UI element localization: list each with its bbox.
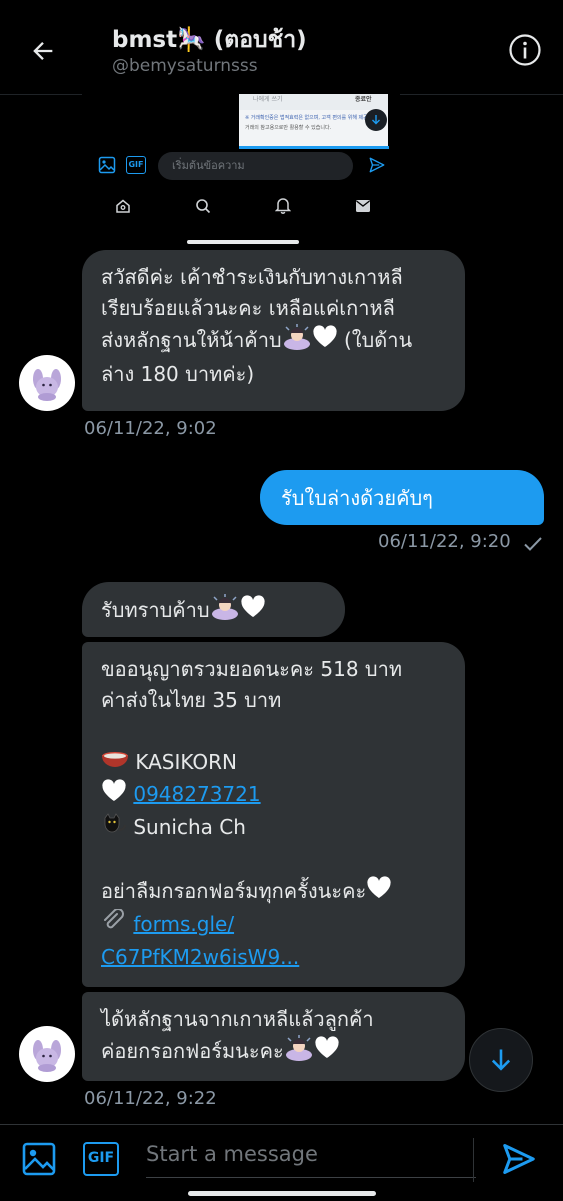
- back-arrow-icon: [33, 42, 53, 60]
- conversation-handle: @bemysaturnsss: [112, 56, 258, 76]
- incoming-message[interactable]: รับทราบค้าบ: [82, 582, 345, 637]
- account-number-link[interactable]: 0948273721: [133, 782, 260, 806]
- preview-gif-icon: GIF: [126, 156, 146, 174]
- bowl-emoji-icon: [101, 748, 129, 779]
- preview-notifications-icon: [275, 198, 291, 214]
- conversation-title[interactable]: bmst🎠 (ตอบช้า): [112, 22, 307, 58]
- scroll-to-bottom-button[interactable]: [469, 1028, 533, 1092]
- conversation-info-button[interactable]: [505, 30, 545, 70]
- message-input[interactable]: Start a message: [146, 1134, 476, 1178]
- message-line: ได้หลักฐานจากเกาหลีแล้วลูกค้า: [101, 1007, 374, 1031]
- composer-divider: [473, 1138, 474, 1182]
- incoming-message[interactable]: ได้หลักฐานจากเกาหลีแล้วลูกค้า ค่อยกรอกฟอ…: [82, 992, 465, 1081]
- outgoing-message[interactable]: รับใบล่างด้วยคับๆ: [260, 470, 544, 525]
- account-holder-name: Sunicha Ch: [133, 815, 246, 839]
- preview-home-icon: [116, 199, 130, 213]
- form-link[interactable]: forms.gle/: [133, 912, 234, 936]
- sent-check-icon: [524, 537, 542, 551]
- preview-message-input: เริ่มต้นข้อความ: [158, 152, 353, 180]
- purple-bunny-icon: [33, 1040, 61, 1072]
- message-line: ล่าง 180 บาทค่ะ): [101, 362, 255, 386]
- attached-screenshot-preview[interactable]: 나에게 쓰기 종료안 ※ 거래확인증은 법적효력은 없으며, 고객 편의를 위해…: [82, 94, 400, 248]
- white-heart-icon: [101, 779, 127, 812]
- form-reminder: อย่าลืมกรอกฟอร์มทุกครั้งนะคะ: [101, 879, 367, 903]
- message-timestamp: 06/11/22, 9:20: [378, 531, 511, 552]
- preview-download-icon: [365, 109, 387, 131]
- send-button[interactable]: [500, 1140, 538, 1182]
- preview-search-icon: [196, 199, 211, 214]
- person-bowing-emoji-icon: [284, 1035, 314, 1070]
- preview-image-icon: [98, 156, 116, 174]
- purple-bunny-icon: [33, 369, 61, 401]
- home-indicator: [188, 1191, 376, 1196]
- bank-name: KASIKORN: [135, 750, 238, 774]
- image-icon: [22, 1142, 56, 1176]
- message-line: ค่อยกรอกฟอร์มนะคะ: [101, 1035, 465, 1070]
- preview-card-right: 종료안: [355, 96, 372, 103]
- message-text: (ใบด้าน: [337, 328, 413, 352]
- message-line: เรียบร้อยแล้วนะคะ เหลือแค่เกาหลี: [101, 296, 395, 320]
- preview-progress-bar: [239, 146, 389, 149]
- message-line: ส่งหลักฐานให้น้าค้าบ (ใบด้าน: [101, 324, 465, 359]
- message-text: ส่งหลักฐานให้น้าค้าบ: [101, 328, 282, 352]
- paperclip-icon: [101, 908, 127, 942]
- white-heart-icon: [366, 876, 392, 909]
- person-bowing-emoji-icon: [210, 594, 240, 629]
- preview-send-icon: [369, 157, 385, 173]
- preview-card-note: ※ 거래확인증은 법적효력은 없으며, 고객 편의를 위해 제공된: [245, 115, 373, 121]
- add-image-button[interactable]: [21, 1141, 57, 1181]
- sender-avatar[interactable]: [19, 355, 75, 411]
- white-heart-icon: [312, 325, 338, 358]
- incoming-message[interactable]: ขออนุญาตรวมยอดนะคะ 518 บาท ค่าส่งในไทย 3…: [82, 642, 465, 987]
- shipping-line: ค่าส่งในไทย 35 บาท: [101, 688, 282, 712]
- message-timestamp: 06/11/22, 9:02: [84, 418, 217, 439]
- preview-card-left: 나에게 쓰기: [253, 96, 283, 103]
- info-icon: [509, 34, 541, 66]
- sender-avatar[interactable]: [19, 1026, 75, 1082]
- message-text: ค่อยกรอกฟอร์มนะคะ: [101, 1039, 284, 1063]
- preview-card-note-2: 거래의 참고용으로만 활용할 수 있습니다.: [245, 125, 332, 131]
- preview-bottom-nav: [82, 192, 400, 222]
- message-text: รับทราบค้าบ: [101, 598, 210, 622]
- arrow-down-icon: [491, 1049, 511, 1071]
- message-timestamp: 06/11/22, 9:22: [84, 1088, 217, 1109]
- add-gif-button[interactable]: GIF: [83, 1142, 119, 1176]
- preview-composer: GIF เริ่มต้นข้อความ: [82, 150, 400, 190]
- form-link-continued[interactable]: C67PfKM2w6isW9...: [101, 945, 299, 969]
- message-line: สวัสดีค่ะ เค้าชำระเงินกับทางเกาหลี: [101, 265, 403, 289]
- back-button[interactable]: [20, 28, 66, 74]
- incoming-message[interactable]: สวัสดีค่ะ เค้าชำระเงินกับทางเกาหลี เรียบ…: [82, 250, 465, 411]
- preview-messages-icon: [356, 200, 370, 212]
- person-bowing-emoji-icon: [282, 324, 312, 359]
- preview-home-indicator: [187, 240, 299, 244]
- total-line: ขออนุญาตรวมยอดนะคะ 518 บาท: [101, 657, 403, 681]
- message-text: รับใบล่างด้วยคับๆ: [281, 486, 433, 510]
- black-cat-icon: [101, 812, 127, 845]
- preview-transfer-card: 나에게 쓰기 종료안 ※ 거래확인증은 법적효력은 없으며, 고객 편의를 위해…: [239, 94, 388, 146]
- white-heart-icon: [240, 595, 266, 628]
- white-heart-icon: [314, 1036, 340, 1069]
- send-icon: [503, 1144, 535, 1174]
